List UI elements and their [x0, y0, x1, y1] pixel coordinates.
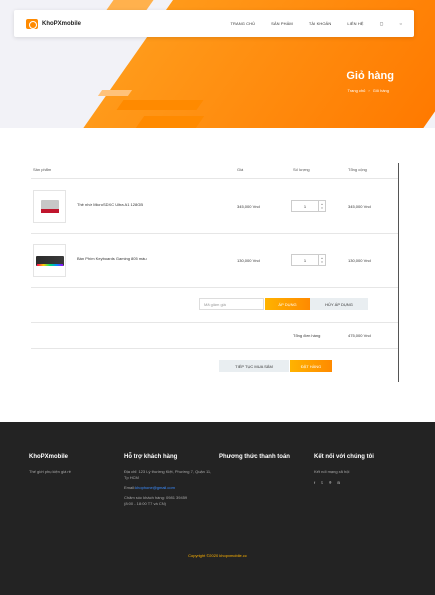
- social-links: f 𝕥 ⌾ B: [314, 480, 374, 485]
- place-order-button[interactable]: ĐẶT HÀNG: [290, 360, 332, 372]
- divider: [31, 178, 398, 179]
- behance-icon[interactable]: B: [337, 480, 340, 485]
- product-price: 130,000 Vnd: [237, 258, 260, 263]
- divider: [31, 322, 398, 323]
- footer-about: KhoPXmobile Thế giới phụ kiện giá rẻ: [29, 454, 71, 475]
- page-title: Giỏ hàng: [346, 70, 394, 82]
- divider: [31, 348, 398, 349]
- twitter-icon[interactable]: 𝕥: [321, 480, 323, 485]
- order-total-value: 475,000 Vnd: [348, 333, 371, 338]
- breadcrumb-current: Giỏ hàng: [372, 88, 389, 93]
- table-border: [398, 163, 399, 382]
- footer-payment: Phương thức thanh toán: [219, 454, 290, 460]
- order-total-label: Tổng đơn hàng: [293, 333, 321, 338]
- footer-social-title: Kết nối với chúng tôi: [314, 454, 374, 460]
- copyright: Copyright ©2020 khopxmobile.cc: [188, 553, 247, 558]
- logo-text: KhoPXmobile: [42, 20, 82, 27]
- footer-hours: (8:00 - 18:00 T7 và CN): [124, 501, 166, 506]
- breadcrumb-home[interactable]: Trang chủ: [348, 88, 366, 93]
- decor-shape: [97, 90, 133, 96]
- footer-support-title: Hỗ trợ khách hàng: [124, 454, 178, 460]
- stepper-arrows[interactable]: ▴ ▾: [318, 255, 325, 265]
- continue-shopping-button[interactable]: TIẾP TỤC MUA SẮM: [219, 360, 289, 372]
- footer-social-text: Kết nối mạng xã hội: [314, 469, 350, 474]
- col-header-price: Giá: [237, 167, 244, 172]
- site-logo[interactable]: KhoPXmobile: [26, 18, 82, 29]
- decor-shape: [116, 100, 204, 110]
- cart-icon[interactable]: ▢: [380, 21, 384, 26]
- stepper-arrows[interactable]: ▴ ▾: [318, 201, 325, 211]
- instagram-icon[interactable]: ⌾: [329, 480, 331, 485]
- nav-item-account[interactable]: TÀI KHOẢN: [309, 21, 331, 26]
- decor-shape: [135, 116, 205, 128]
- coupon-input[interactable]: Mã giảm giá: [199, 298, 264, 310]
- quantity-stepper[interactable]: 1 ▴ ▾: [291, 254, 326, 266]
- logo-icon: [26, 18, 38, 29]
- footer-support: Hỗ trợ khách hàng Địa chỉ: 123 Lý thường…: [124, 454, 212, 507]
- footer-address: Địa chỉ: 123 Lý thường Kiệt, Phường 7, Q…: [124, 469, 212, 480]
- footer-about-text: Thế giới phụ kiện giá rẻ: [29, 469, 71, 474]
- col-header-product: Sản phẩm: [33, 167, 52, 172]
- footer-email-label: Email:: [124, 485, 136, 490]
- product-name[interactable]: Thẻ nhớ MicroSDXC Ultra A1 128GB: [77, 202, 143, 207]
- quantity-stepper[interactable]: 1 ▴ ▾: [291, 200, 326, 212]
- product-name[interactable]: Bàn Phím Keyboards Gaming 805 màu: [77, 256, 147, 261]
- facebook-icon[interactable]: f: [314, 480, 315, 485]
- quantity-value[interactable]: 1: [292, 258, 318, 263]
- nav-item-contact[interactable]: LIÊN HỆ: [347, 21, 363, 26]
- search-icon[interactable]: ○: [399, 21, 402, 26]
- breadcrumb: Trang chủ › Giỏ hàng: [348, 88, 389, 93]
- footer-social: Kết nối với chúng tôi Kết nối mạng xã hộ…: [314, 454, 374, 485]
- nav-menu: TRANG CHỦ SẢN PHẨM TÀI KHOẢN LIÊN HỆ ▢ ○: [230, 21, 402, 26]
- product-total: 130,000 Vnd: [348, 258, 371, 263]
- divider: [31, 233, 398, 234]
- top-navbar: KhoPXmobile TRANG CHỦ SẢN PHẨM TÀI KHOẢN…: [14, 10, 414, 37]
- keyboard-image[interactable]: [33, 244, 66, 277]
- footer-payment-title: Phương thức thanh toán: [219, 454, 290, 460]
- footer-email-link[interactable]: khophone@gmail.com: [135, 485, 175, 490]
- product-price: 345,000 Vnd: [237, 204, 260, 209]
- breadcrumb-separator: ›: [368, 88, 370, 93]
- col-header-total: Tổng cộng: [348, 167, 367, 172]
- footer: [0, 422, 435, 595]
- col-header-qty: Số lượng: [293, 167, 310, 172]
- nav-item-products[interactable]: SẢN PHẨM: [271, 21, 293, 26]
- apply-coupon-button[interactable]: ÁP DỤNG: [265, 298, 310, 310]
- footer-email-line: Email:khophone@gmail.com: [124, 485, 212, 491]
- product-total: 345,000 Vnd: [348, 204, 371, 209]
- nav-item-home[interactable]: TRANG CHỦ: [230, 21, 255, 26]
- cancel-coupon-button[interactable]: HỦY ÁP DỤNG: [310, 298, 368, 310]
- memory-card-image[interactable]: [33, 190, 66, 223]
- divider: [31, 287, 398, 288]
- quantity-value[interactable]: 1: [292, 204, 318, 209]
- footer-about-title: KhoPXmobile: [29, 454, 69, 460]
